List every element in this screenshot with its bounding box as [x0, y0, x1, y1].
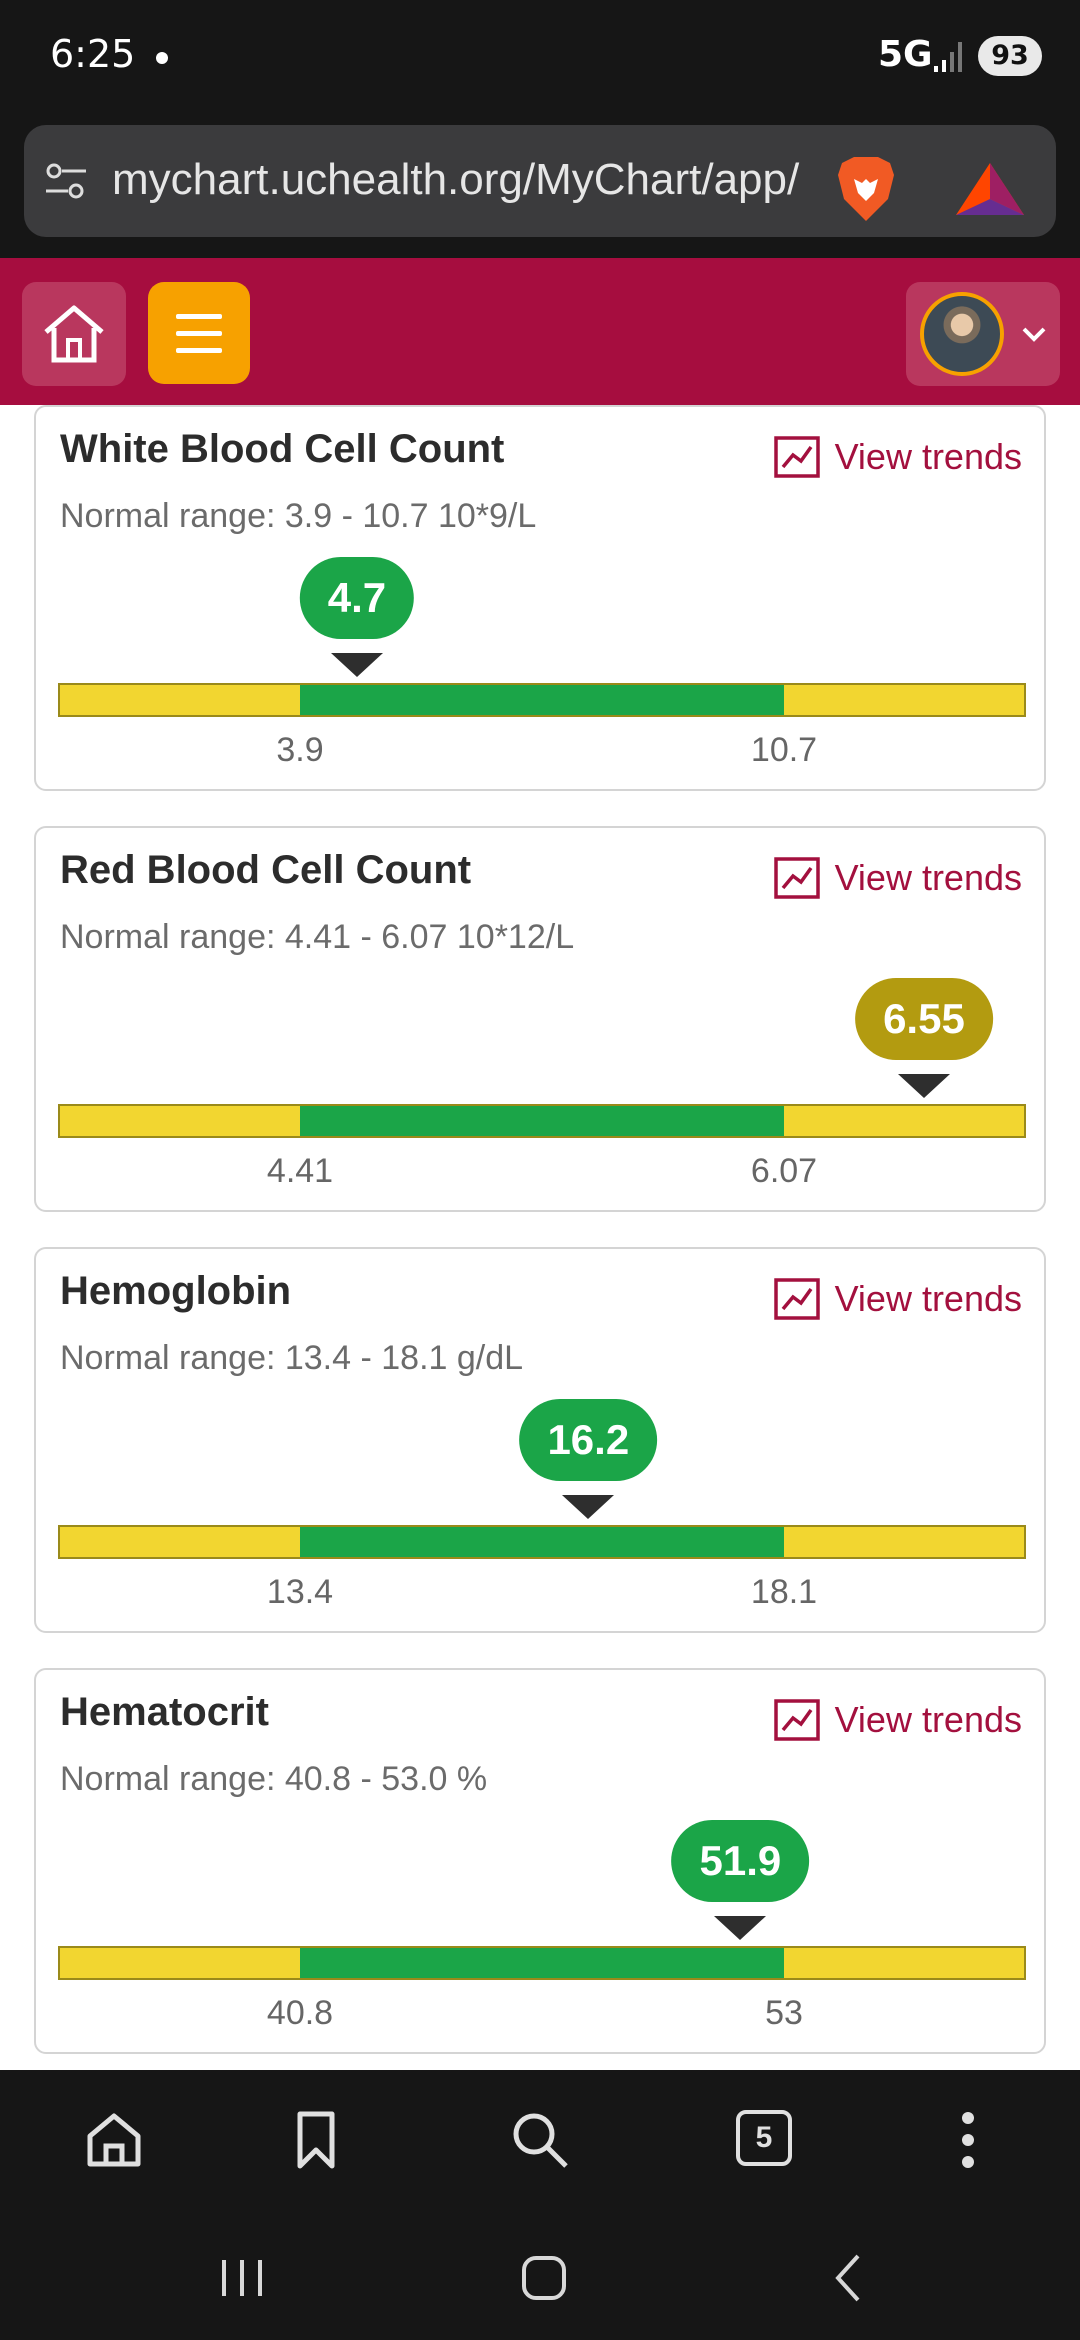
- trend-chart-icon: [773, 857, 820, 899]
- result-title: White Blood Cell Count: [60, 427, 505, 471]
- recent-apps-icon[interactable]: [212, 2248, 272, 2308]
- result-value-badge: 6.55: [855, 978, 993, 1060]
- value-pointer-icon: [562, 1495, 615, 1519]
- site-settings-icon[interactable]: [44, 161, 88, 201]
- result-card: Hemoglobin View trends Normal range: 13.…: [34, 1247, 1046, 1633]
- result-card: Hematocrit View trends Normal range: 40.…: [34, 1668, 1046, 2054]
- range-low-label: 40.8: [266, 1994, 334, 2032]
- status-bar: 6:25 5G 93: [0, 0, 1080, 115]
- chevron-down-icon: [1022, 327, 1046, 342]
- menu-icon: [176, 314, 222, 319]
- range-high-label: 6.07: [750, 1152, 818, 1190]
- view-trends-label: View trends: [834, 857, 1022, 898]
- system-navigation-bar: [0, 2210, 1080, 2340]
- reference-range-bar: [58, 1104, 1026, 1138]
- view-trends-label: View trends: [834, 436, 1022, 477]
- battery-indicator: 93: [978, 36, 1042, 76]
- home-button[interactable]: [22, 282, 126, 386]
- bookmark-icon[interactable]: [284, 2108, 348, 2172]
- result-card: White Blood Cell Count View trends Norma…: [34, 405, 1046, 791]
- normal-range-text: Normal range: 13.4 - 18.1 g/dL: [60, 1339, 524, 1377]
- lab-results-list: White Blood Cell Count View trends Norma…: [0, 405, 1080, 2070]
- url-text[interactable]: mychart.uchealth.org/MyChart/app/: [112, 155, 828, 207]
- home-nav-icon[interactable]: [514, 2248, 574, 2308]
- view-trends-label: View trends: [834, 1699, 1022, 1740]
- view-trends-link[interactable]: View trends: [773, 433, 1022, 481]
- reference-range-bar: [58, 1946, 1026, 1980]
- normal-range-text: Normal range: 40.8 - 53.0 %: [60, 1760, 488, 1798]
- result-title: Hematocrit: [60, 1690, 269, 1734]
- result-value-badge: 16.2: [519, 1399, 658, 1481]
- profile-menu-button[interactable]: [906, 282, 1060, 386]
- range-high-label: 18.1: [750, 1573, 818, 1611]
- signal-icon: [934, 42, 962, 72]
- trend-chart-icon: [773, 1278, 820, 1320]
- notification-dot-icon: [156, 52, 168, 64]
- reference-range-bar: [58, 683, 1026, 717]
- result-value-badge: 4.7: [299, 557, 415, 639]
- browser-toolbar: 5: [0, 2070, 1080, 2210]
- back-icon[interactable]: [818, 2248, 878, 2308]
- result-card: Red Blood Cell Count View trends Normal …: [34, 826, 1046, 1212]
- view-trends-link[interactable]: View trends: [773, 1696, 1022, 1744]
- trend-chart-icon: [773, 1699, 820, 1741]
- brave-shields-icon[interactable]: [832, 153, 900, 225]
- search-icon[interactable]: [508, 2108, 572, 2172]
- value-pointer-icon: [714, 1916, 767, 1940]
- value-pointer-icon: [897, 1074, 950, 1098]
- range-high-label: 10.7: [750, 731, 818, 769]
- range-low-label: 3.9: [276, 731, 324, 769]
- view-trends-link[interactable]: View trends: [773, 1275, 1022, 1323]
- range-low-label: 13.4: [266, 1573, 334, 1611]
- normal-range-text: Normal range: 4.41 - 6.07 10*12/L: [60, 918, 575, 956]
- trend-chart-icon: [773, 436, 820, 478]
- status-time: 6:25: [50, 32, 136, 76]
- value-pointer-icon: [330, 653, 383, 677]
- result-title: Red Blood Cell Count: [60, 848, 472, 892]
- view-trends-label: View trends: [834, 1278, 1022, 1319]
- browser-address-area: mychart.uchealth.org/MyChart/app/: [0, 115, 1080, 258]
- avatar: [920, 292, 1004, 376]
- home-icon: [44, 305, 104, 363]
- browser-home-icon[interactable]: [82, 2108, 146, 2172]
- brave-rewards-icon[interactable]: [954, 159, 1026, 219]
- view-trends-link[interactable]: View trends: [773, 854, 1022, 902]
- normal-range-text: Normal range: 3.9 - 10.7 10*9/L: [60, 497, 537, 535]
- tabs-button[interactable]: 5: [736, 2110, 792, 2166]
- more-options-icon[interactable]: [936, 2108, 1000, 2172]
- result-title: Hemoglobin: [60, 1269, 292, 1313]
- reference-range-bar: [58, 1525, 1026, 1559]
- network-type: 5G: [878, 34, 933, 75]
- range-low-label: 4.41: [266, 1152, 334, 1190]
- app-header: [0, 258, 1080, 405]
- menu-button[interactable]: [148, 282, 250, 384]
- range-high-label: 53: [765, 1994, 803, 2032]
- address-bar[interactable]: mychart.uchealth.org/MyChart/app/: [24, 125, 1056, 237]
- result-value-badge: 51.9: [671, 1820, 810, 1902]
